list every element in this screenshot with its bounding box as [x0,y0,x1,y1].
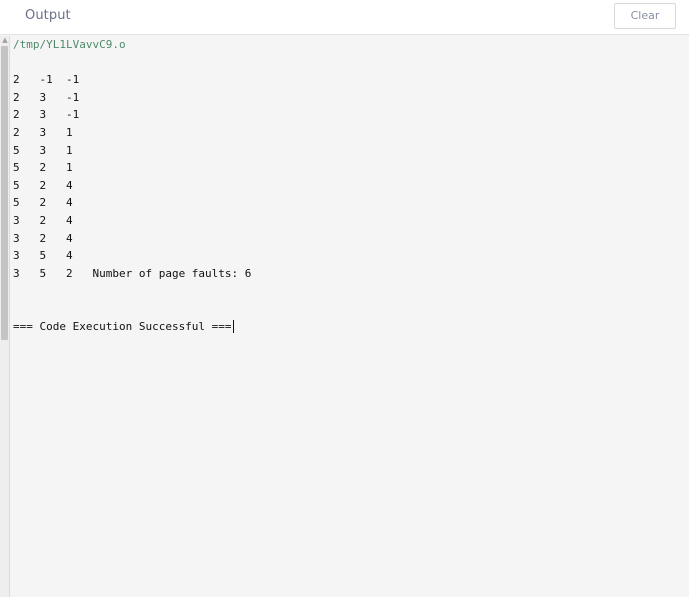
clear-button[interactable]: Clear [614,3,676,29]
output-line: 2 -1 -1 [13,73,80,87]
output-line: 3 5 4 [13,249,73,263]
output-success-message: === Code Execution Successful === [13,319,232,333]
output-line: 5 3 1 [13,143,73,157]
output-line: 5 2 1 [13,161,73,175]
output-line: 2 3 -1 [13,108,80,122]
output-line: 3 2 4 [13,213,73,227]
output-panel: Output Clear ▲ /tmp/YL1LVavvC9.o 2 -1 -1… [0,0,689,597]
scroll-up-arrow-icon[interactable]: ▲ [1,36,9,45]
output-line: 3 2 4 [13,231,73,245]
console-output[interactable]: /tmp/YL1LVavvC9.o 2 -1 -1 2 3 -1 2 3 -1 … [13,36,683,335]
output-line: 2 3 -1 [13,90,80,104]
output-line: 3 5 2 Number of page faults: 6 [13,266,252,280]
output-title: Output [25,8,71,23]
output-line: 2 3 1 [13,125,73,139]
output-line: 5 2 4 [13,196,73,210]
output-line-last: === Code Execution Successful === [13,318,683,336]
scrollbar-thumb[interactable] [1,46,8,340]
vertical-scrollbar[interactable]: ▲ [0,36,10,597]
output-path: /tmp/YL1LVavvC9.o [13,38,126,51]
output-line: 5 2 4 [13,178,73,192]
text-cursor [232,320,234,333]
output-header: Output Clear [0,0,689,35]
